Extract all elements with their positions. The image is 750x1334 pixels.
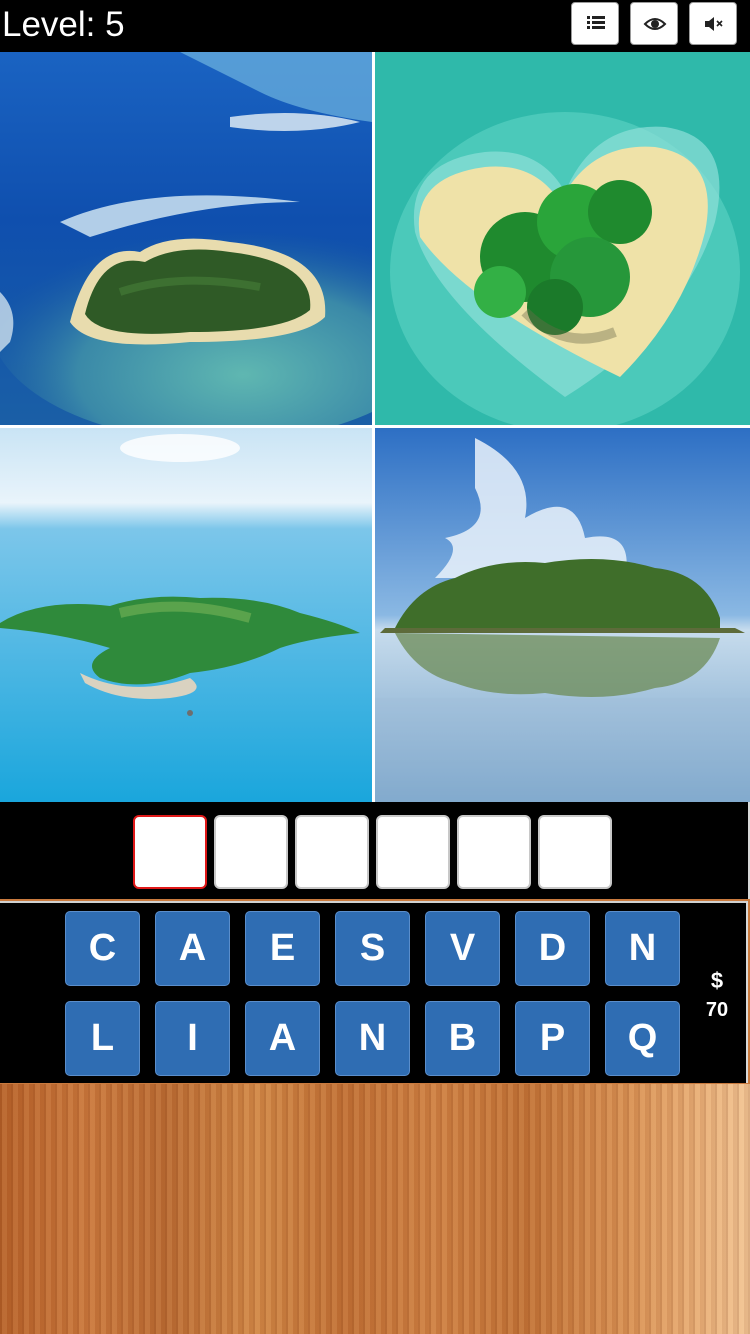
coin-amount: 70	[705, 999, 729, 1021]
coin-balance: $ 70	[696, 966, 738, 1024]
eye-icon	[643, 18, 667, 30]
letter-key[interactable]: V	[425, 911, 500, 986]
levels-button[interactable]	[571, 2, 619, 45]
answer-slot-6[interactable]	[538, 815, 612, 889]
puzzle-image-3[interactable]	[0, 428, 372, 802]
letter-key[interactable]: E	[245, 911, 320, 986]
picture-grid	[0, 52, 750, 802]
answer-bar	[0, 802, 750, 899]
reveal-button[interactable]	[630, 2, 678, 45]
wood-background	[0, 1084, 750, 1334]
answer-slot-1[interactable]	[133, 815, 207, 889]
puzzle-image-4[interactable]	[375, 428, 750, 802]
letter-key[interactable]: S	[335, 911, 410, 986]
puzzle-image-2[interactable]	[375, 52, 750, 425]
letter-key[interactable]: N	[335, 1001, 410, 1076]
letter-key[interactable]: N	[605, 911, 680, 986]
speaker-muted-icon	[705, 17, 723, 31]
letter-key[interactable]: Q	[605, 1001, 680, 1076]
top-bar: Level: 5	[0, 0, 750, 52]
currency-symbol: $	[710, 968, 724, 993]
letter-key[interactable]: L	[65, 1001, 140, 1076]
letter-keyboard: C A E S V D N L I A N B P Q	[0, 901, 748, 1083]
letter-key[interactable]: A	[155, 911, 230, 986]
answer-slot-4[interactable]	[376, 815, 450, 889]
letter-key[interactable]: I	[155, 1001, 230, 1076]
answer-slot-2[interactable]	[214, 815, 288, 889]
letter-key[interactable]: C	[65, 911, 140, 986]
mute-button[interactable]	[689, 2, 737, 45]
letter-key[interactable]: P	[515, 1001, 590, 1076]
answer-slot-3[interactable]	[295, 815, 369, 889]
level-label: Level: 5	[2, 5, 125, 44]
answer-slot-5[interactable]	[457, 815, 531, 889]
puzzle-image-1[interactable]	[0, 52, 372, 425]
list-icon	[587, 16, 605, 29]
letter-key[interactable]: B	[425, 1001, 500, 1076]
letter-key[interactable]: D	[515, 911, 590, 986]
letter-key[interactable]: A	[245, 1001, 320, 1076]
